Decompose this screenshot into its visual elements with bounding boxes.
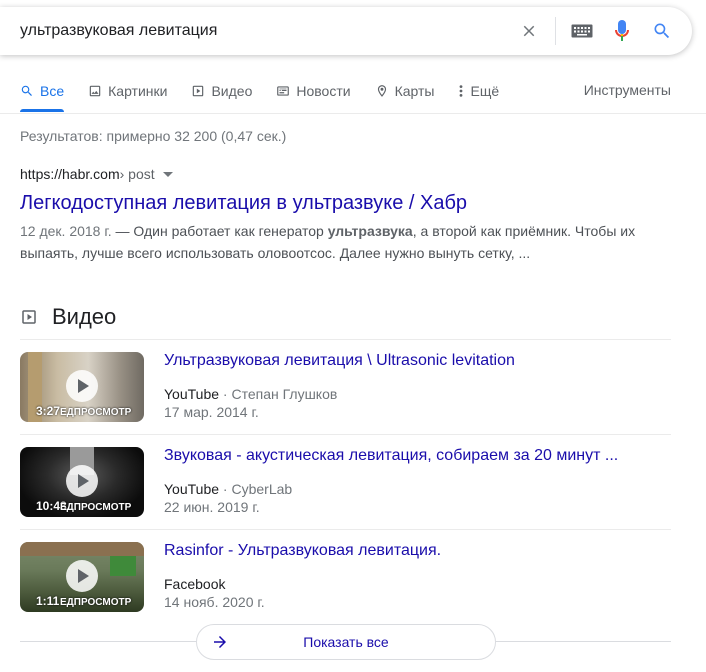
search-icon (654, 23, 670, 39)
news-icon (277, 86, 290, 96)
result-path: › post (119, 166, 155, 182)
play-icon (66, 465, 98, 497)
video-author: Степан Глушков (231, 386, 338, 402)
play-icon (66, 560, 98, 592)
preview-label: ЕДПРОСМОТР (60, 597, 132, 608)
tools-button[interactable]: Инструменты (584, 82, 671, 98)
tab-label: Видео (211, 83, 253, 99)
video-date: 22 июн. 2019 г. (164, 499, 260, 515)
result-date: 12 дек. 2018 г. (20, 223, 112, 239)
clear-search-button[interactable] (509, 11, 549, 51)
tab-all[interactable]: Все (20, 82, 65, 112)
snippet-text: — Один работает как генератор (111, 223, 328, 239)
video-thumbnail[interactable]: 1:11 ЕДПРОСМОТР (20, 542, 144, 612)
search-icon (21, 85, 32, 96)
tab-video[interactable]: Видео (191, 82, 252, 100)
tab-more[interactable]: Ещё (458, 82, 499, 100)
show-all-button[interactable]: Показать все (196, 624, 496, 660)
show-all-label: Показать все (303, 634, 389, 650)
video-source-line: YouTube · Степан Глушков (164, 386, 338, 402)
video-info: Ультразвуковая левитация \ Ultrasonic le… (164, 352, 671, 420)
video-duration: 3:27 (36, 404, 61, 418)
keyboard-button[interactable] (562, 11, 602, 51)
result-title-link[interactable]: Легкодоступная левитация в ультразвуке /… (20, 190, 640, 216)
video-item[interactable]: 1:11 ЕДПРОСМОТР Rasinfor - Ультразвукова… (20, 530, 671, 625)
video-info: Звуковая - акустическая левитация, собир… (164, 447, 671, 515)
close-icon (523, 25, 535, 37)
tab-maps[interactable]: Карты (375, 82, 435, 100)
video-author: CyberLab (231, 481, 293, 497)
video-title-link[interactable]: Rasinfor - Ультразвуковая левитация. (164, 542, 671, 560)
search-tabs: Все Картинки Видео Новости Карты Ещё Инс… (20, 82, 671, 114)
tab-label: Карты (394, 83, 435, 99)
result-domain: https://habr.com (20, 166, 120, 182)
video-list: 3:27 ЕДПРОСМОТР Ультразвуковая левитация… (20, 339, 671, 625)
searchbox-divider (555, 17, 556, 45)
result-stats: Результатов: примерно 32 200 (0,47 сек.) (20, 128, 287, 144)
video-source-line: Facebook (164, 576, 671, 592)
video-title-link[interactable]: Ультразвуковая левитация \ Ultrasonic le… (164, 352, 671, 370)
video-source: YouTube (164, 481, 220, 497)
play-icon (66, 370, 98, 402)
video-icon (193, 85, 204, 97)
search-result: https://habr.com › post Легкодоступная л… (20, 166, 640, 264)
video-source: Facebook (164, 576, 226, 592)
video-source-line: YouTube · CyberLab (164, 481, 293, 497)
voice-search-button[interactable] (602, 11, 642, 51)
tab-label: Ещё (470, 83, 500, 99)
snippet-bold: ультразвука (327, 223, 413, 239)
tab-label: Все (40, 83, 65, 99)
video-section-title: Видео (52, 304, 117, 329)
arrow-right-icon (214, 636, 226, 648)
keyboard-icon (571, 24, 593, 38)
video-title-link[interactable]: Звуковая - акустическая левитация, собир… (164, 447, 671, 465)
tab-images[interactable]: Картинки (88, 82, 167, 100)
video-duration: 1:11 (36, 594, 60, 608)
tabs-divider (0, 113, 706, 114)
video-info: Rasinfor - Ультразвуковая левитация. Fac… (164, 542, 671, 610)
result-snippet: 12 дек. 2018 г. — Один работает как гене… (20, 220, 640, 264)
search-input[interactable]: ультразвуковая левитация (0, 22, 509, 40)
result-cite: https://habr.com › post (20, 166, 640, 182)
tab-label: Новости (296, 83, 351, 99)
video-icon (22, 310, 36, 324)
microphone-icon (615, 20, 629, 41)
video-section-header: Видео (20, 304, 116, 330)
image-icon (89, 85, 101, 97)
caret-down-icon[interactable] (162, 171, 173, 177)
preview-label: ЕДПРОСМОТР (60, 407, 132, 418)
map-pin-icon (377, 85, 386, 97)
video-thumbnail[interactable]: 3:27 ЕДПРОСМОТР (20, 352, 144, 422)
video-thumbnail[interactable]: 10:43 ЕДПРОСМОТР (20, 447, 144, 517)
tab-news[interactable]: Новости (276, 82, 351, 100)
more-vert-icon (460, 85, 463, 97)
video-item[interactable]: 3:27 ЕДПРОСМОТР Ультразвуковая левитация… (20, 340, 671, 435)
video-date: 17 мар. 2014 г. (164, 404, 259, 420)
tab-label: Картинки (108, 83, 168, 99)
video-item[interactable]: 10:43 ЕДПРОСМОТР Звуковая - акустическая… (20, 435, 671, 530)
search-button[interactable] (642, 11, 682, 51)
video-date: 14 нояб. 2020 г. (164, 594, 265, 610)
search-box[interactable]: ультразвуковая левитация (0, 7, 692, 55)
video-source: YouTube (164, 386, 220, 402)
preview-label: ЕДПРОСМОТР (60, 502, 132, 513)
